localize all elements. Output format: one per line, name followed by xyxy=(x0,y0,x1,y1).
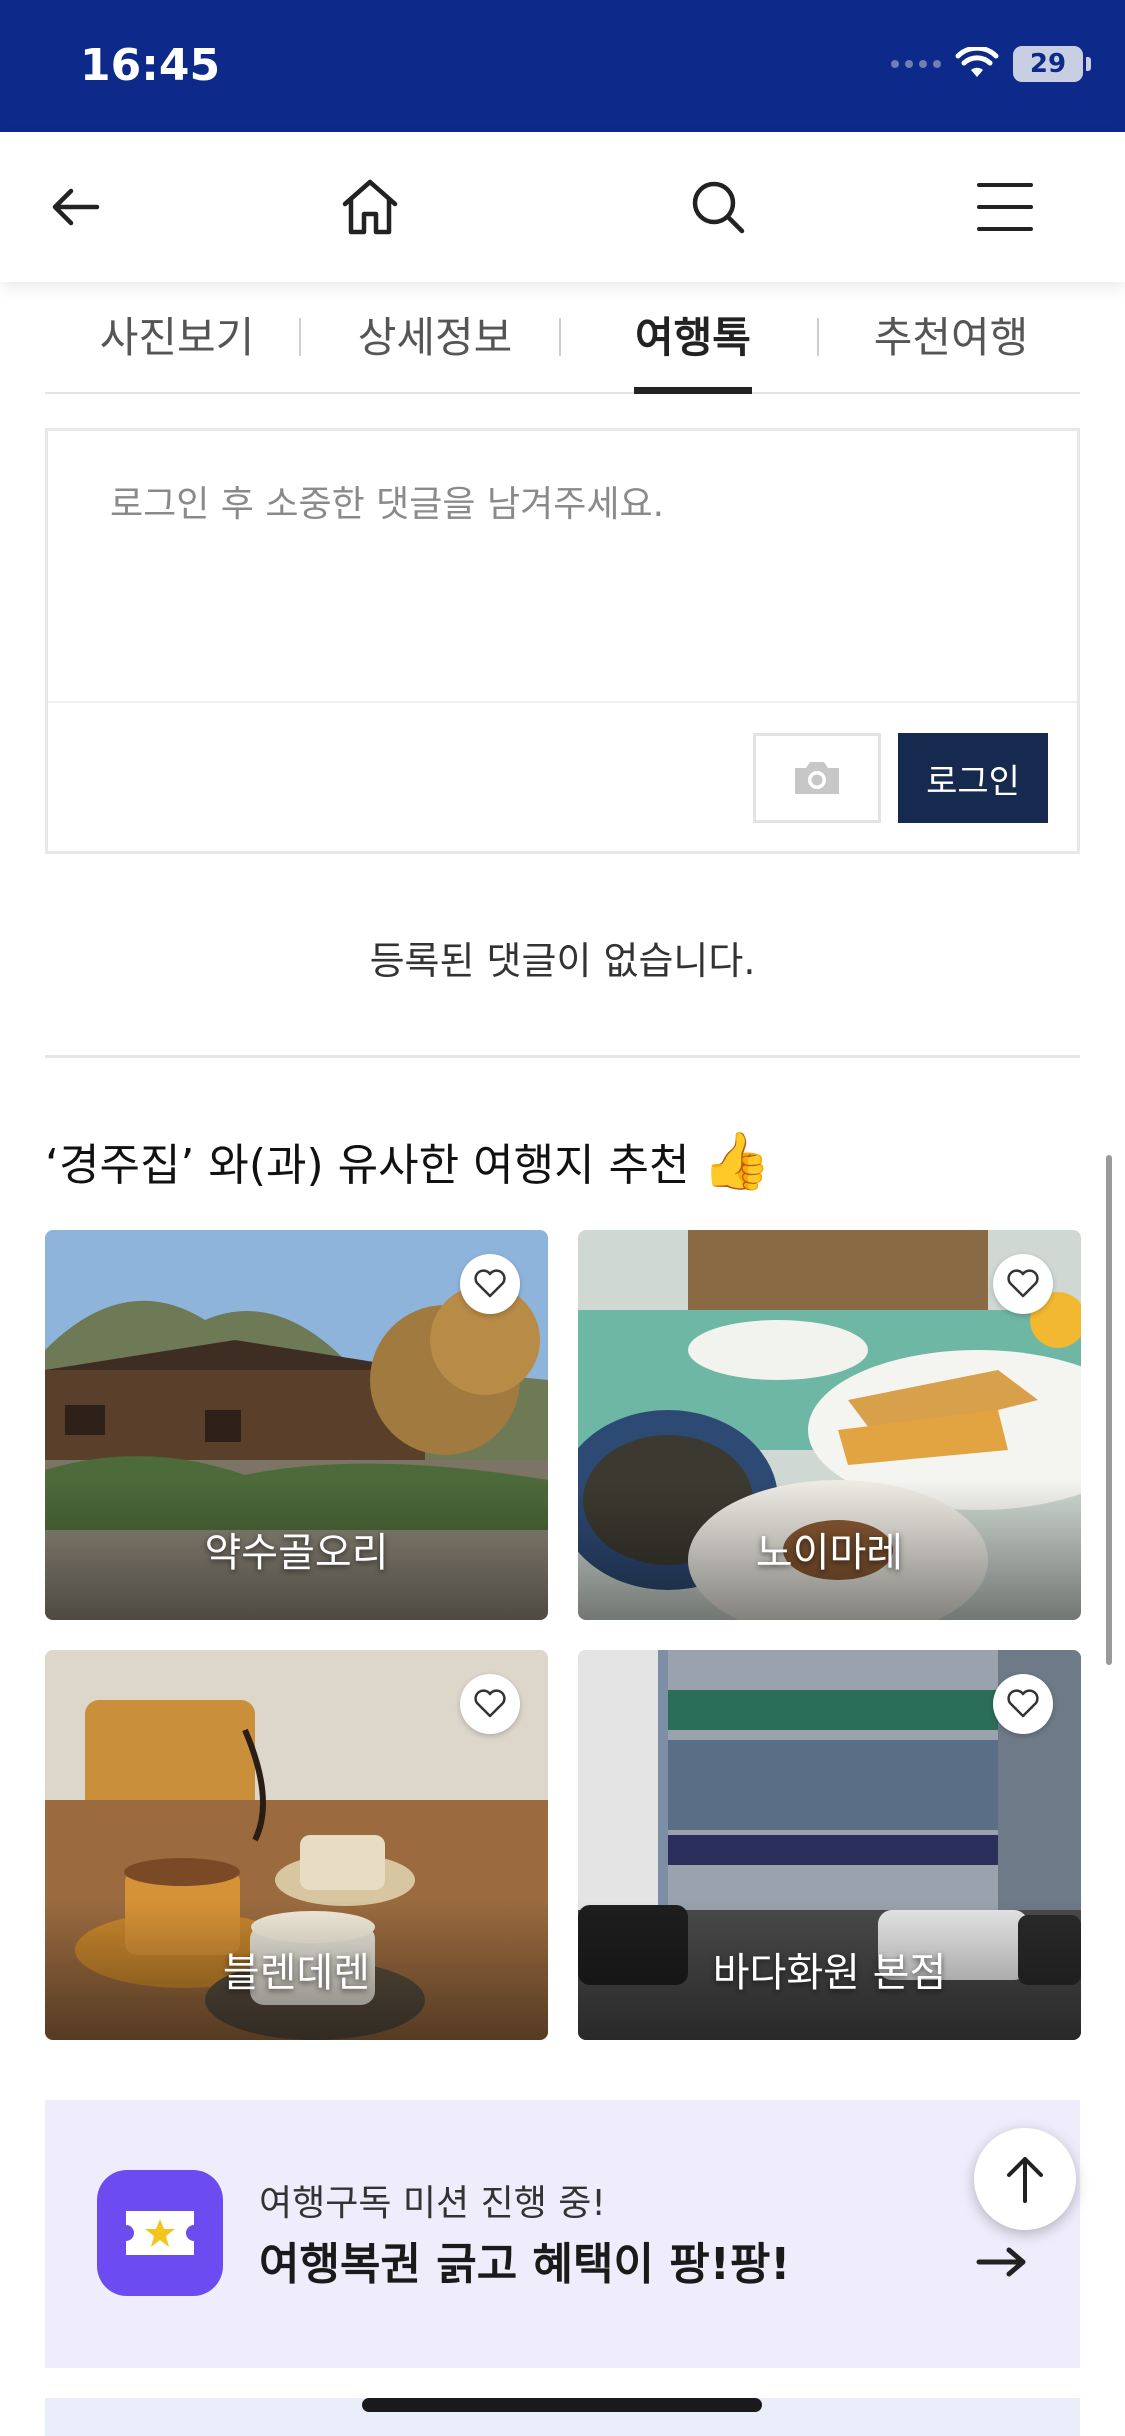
arrow-up-icon xyxy=(1007,2157,1043,2203)
search-button[interactable] xyxy=(683,172,753,242)
heart-icon xyxy=(1007,1689,1039,1718)
favorite-button[interactable] xyxy=(993,1674,1053,1734)
tab-travel-talk[interactable]: 여행톡 xyxy=(634,304,752,394)
home-button[interactable] xyxy=(335,172,405,242)
hamburger-menu-icon xyxy=(977,183,1033,231)
back-button[interactable] xyxy=(40,172,110,242)
battery-icon: 29 xyxy=(1013,46,1091,82)
heart-icon xyxy=(474,1269,506,1298)
card-title: 바다화원 본점 xyxy=(712,1950,947,1996)
lottery-mission-banner[interactable]: 여행구독 미션 진행 중! 여행복권 긁고 혜택이 팡!팡! xyxy=(45,2100,1080,2368)
section-divider xyxy=(45,1055,1080,1058)
tab-details[interactable]: 상세정보 xyxy=(355,304,515,394)
recommendation-title: ‘경주집’ 와(과) 유사한 여행지 추천 xyxy=(45,1140,690,1191)
comment-form: 로그인 후 소중한 댓글을 남겨주세요. 로그인 xyxy=(45,428,1080,854)
battery-level: 29 xyxy=(1029,49,1067,79)
tab-recommended[interactable]: 추천여행 xyxy=(871,304,1031,394)
tab-divider xyxy=(817,318,819,356)
status-bar: 16:45 29 xyxy=(0,0,1125,132)
status-icons: 29 xyxy=(891,46,1091,82)
scrollbar[interactable] xyxy=(1106,1155,1112,1665)
comment-form-divider xyxy=(48,701,1077,703)
wifi-icon xyxy=(955,47,999,77)
scroll-to-top-button[interactable] xyxy=(974,2128,1076,2230)
card-title: 약수골오리 xyxy=(204,1530,389,1576)
recommendation-card[interactable]: 바다화원 본점 xyxy=(578,1650,1081,2040)
thumbs-up-icon: 👍 xyxy=(701,1129,772,1194)
camera-icon xyxy=(795,762,839,794)
favorite-button[interactable] xyxy=(460,1674,520,1734)
menu-button[interactable] xyxy=(970,172,1040,242)
heart-icon xyxy=(1007,1269,1039,1298)
home-icon xyxy=(342,179,398,235)
comment-input[interactable]: 로그인 후 소중한 댓글을 남겨주세요. xyxy=(110,475,664,527)
arrow-left-icon xyxy=(52,188,100,226)
top-nav-bar xyxy=(0,132,1125,282)
home-indicator[interactable] xyxy=(362,2398,762,2412)
favorite-button[interactable] xyxy=(460,1254,520,1314)
search-icon xyxy=(692,181,745,234)
recommendation-card[interactable]: 노이마레 xyxy=(578,1230,1081,1620)
banner-title: 여행복권 긁고 혜택이 팡!팡! xyxy=(259,2239,791,2290)
detail-tabs: 사진보기 상세정보 여행톡 추천여행 xyxy=(45,282,1080,394)
tab-divider xyxy=(299,318,301,356)
banner-subtitle: 여행구독 미션 진행 중! xyxy=(259,2183,606,2224)
heart-icon xyxy=(474,1689,506,1718)
recommendation-card[interactable]: 블렌데렌 xyxy=(45,1650,548,2040)
cellular-signal-icon xyxy=(891,60,941,68)
lottery-ticket-icon xyxy=(97,2170,223,2296)
status-time: 16:45 xyxy=(80,40,221,91)
card-title: 블렌데렌 xyxy=(222,1950,371,1996)
photo-attach-button[interactable] xyxy=(753,733,881,823)
tab-divider xyxy=(559,318,561,356)
login-button[interactable]: 로그인 xyxy=(898,733,1048,823)
favorite-button[interactable] xyxy=(993,1254,1053,1314)
recommendation-heading: ‘경주집’ 와(과) 유사한 여행지 추천 👍 xyxy=(45,1128,771,1194)
arrow-right-icon xyxy=(976,2247,1026,2277)
tab-photos[interactable]: 사진보기 xyxy=(97,304,257,394)
recommendation-card[interactable]: 약수골오리 xyxy=(45,1230,548,1620)
card-title: 노이마레 xyxy=(755,1530,904,1576)
empty-comments-message: 등록된 댓글이 없습니다. xyxy=(369,939,756,983)
